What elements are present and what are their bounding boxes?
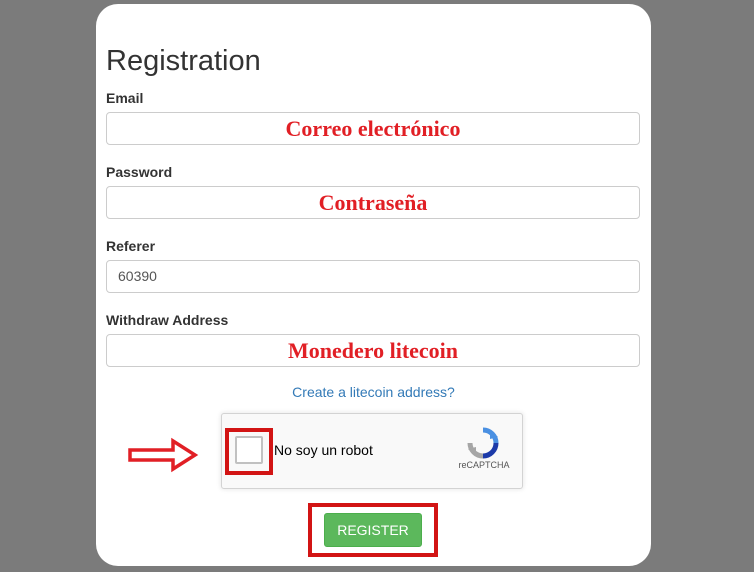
email-field[interactable]: Correo electrónico xyxy=(106,112,640,145)
recaptcha-widget: No soy un robot reCAPTCHA xyxy=(221,413,523,489)
password-label: Password xyxy=(106,164,173,180)
password-annotation: Contraseña xyxy=(318,189,428,215)
register-button[interactable]: REGISTER xyxy=(324,513,422,547)
recaptcha-brand: reCAPTCHA xyxy=(458,460,510,470)
withdraw-address-annotation: Monedero litecoin xyxy=(287,337,459,363)
referer-label: Referer xyxy=(106,238,156,254)
email-annotation: Correo electrónico xyxy=(285,115,461,141)
registration-card: Registration Email Correo electrónico Pa… xyxy=(96,4,651,566)
right-arrow-icon xyxy=(128,437,199,473)
create-litecoin-address-link[interactable]: Create a litecoin address? xyxy=(96,384,651,400)
recaptcha-checkbox[interactable] xyxy=(235,436,263,464)
password-field[interactable]: Contraseña xyxy=(106,186,640,219)
page-title: Registration xyxy=(106,45,261,77)
referer-field[interactable]: 60390 xyxy=(106,260,640,293)
withdraw-address-label: Withdraw Address xyxy=(106,312,229,328)
recaptcha-logo-icon xyxy=(467,427,499,459)
recaptcha-label: No soy un robot xyxy=(274,442,373,458)
email-label: Email xyxy=(106,90,144,106)
referer-value: 60390 xyxy=(118,268,157,284)
withdraw-address-field[interactable]: Monedero litecoin xyxy=(106,334,640,367)
